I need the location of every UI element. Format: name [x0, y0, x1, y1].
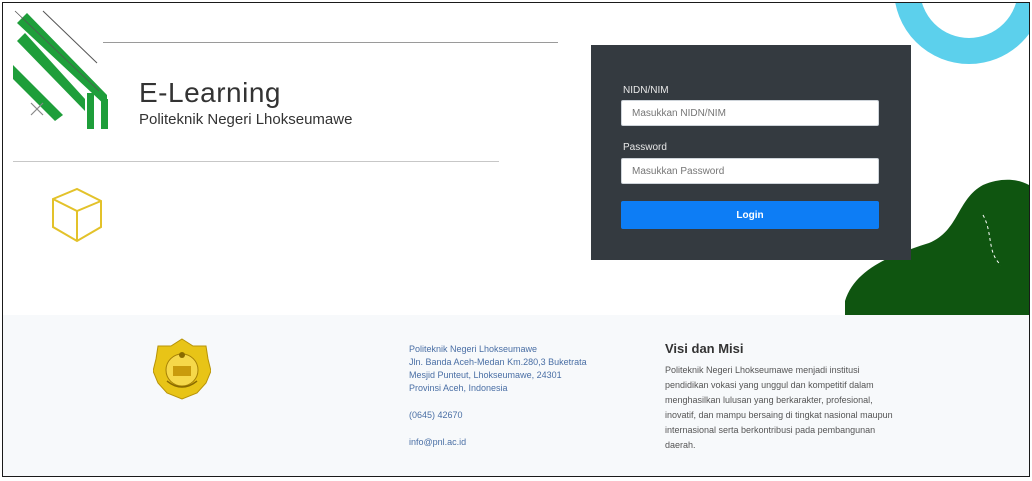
- middle-divider: [13, 161, 499, 162]
- app-title: E-Learning: [139, 77, 281, 108]
- top-divider: [103, 42, 558, 43]
- password-input[interactable]: [621, 158, 879, 184]
- password-label: Password: [623, 142, 667, 153]
- visi-misi-heading: Visi dan Misi: [665, 341, 744, 356]
- email-link[interactable]: info@pnl.ac.id: [409, 436, 619, 449]
- login-panel: NIDN/NIM Password Login: [591, 45, 911, 260]
- institution-seal-logo: [153, 338, 211, 400]
- page: E-Learning Politeknik Negeri Lhokseumawe…: [2, 2, 1030, 477]
- login-button[interactable]: Login: [621, 201, 879, 229]
- close-x-icon: [30, 102, 44, 116]
- address-country: Provinsi Aceh, Indonesia: [409, 383, 508, 393]
- hero-section: E-Learning Politeknik Negeri Lhokseumawe…: [3, 3, 1029, 315]
- address-name: Politeknik Negeri Lhokseumawe: [409, 344, 538, 354]
- address-city: Mesjid Punteut, Lhokseumawe, 24301: [409, 370, 562, 380]
- phone-link[interactable]: (0645) 42670: [409, 409, 619, 422]
- app-subtitle: Politeknik Negeri Lhokseumawe: [139, 111, 353, 128]
- contact-info: Politeknik Negeri Lhokseumawe Jln. Banda…: [409, 343, 619, 449]
- address-street: Jln. Banda Aceh-Medan Km.280,3 Buketrata: [409, 357, 587, 367]
- username-input[interactable]: [621, 100, 879, 126]
- username-label: NIDN/NIM: [623, 85, 669, 96]
- cube-icon: [52, 187, 102, 243]
- green-stripes-decoration: [13, 10, 108, 129]
- visi-misi-text: Politeknik Negeri Lhokseumawe menjadi in…: [665, 365, 893, 450]
- footer: Politeknik Negeri Lhokseumawe Jln. Banda…: [3, 315, 1029, 476]
